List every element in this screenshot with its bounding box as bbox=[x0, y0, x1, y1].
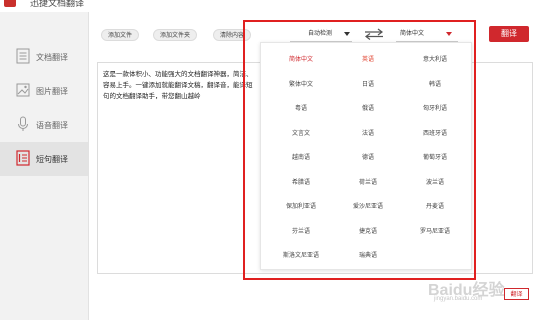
microphone-icon bbox=[18, 116, 28, 131]
title-bar: 迅捷文档翻译 bbox=[0, 0, 553, 12]
document-icon bbox=[16, 48, 30, 64]
sidebar-item-label: 短句翻译 bbox=[36, 155, 68, 164]
sidebar-item-label: 语音翻译 bbox=[36, 121, 68, 130]
add-folder-button[interactable]: 添加文件夹 bbox=[153, 29, 198, 41]
sidebar-item-voice[interactable]: 语音翻译 bbox=[0, 108, 88, 142]
sidebar-item-document[interactable]: 文档翻译 bbox=[0, 40, 88, 74]
watermark: Baidu经验 jingyan.baidu.com bbox=[398, 262, 518, 312]
source-text: 这是一款体积小、功能强大的文档翻译神器，简洁、容易上手。一键添加就能翻译文稿，翻… bbox=[103, 71, 253, 100]
sidebar-item-label: 文档翻译 bbox=[36, 53, 68, 62]
app-logo bbox=[4, 0, 16, 7]
sidebar-item-phrase[interactable]: 短句翻译 bbox=[0, 142, 88, 176]
sidebar-item-label: 图片翻译 bbox=[36, 87, 68, 96]
add-file-button[interactable]: 添加文件 bbox=[101, 29, 140, 41]
image-icon bbox=[16, 83, 30, 97]
window-title: 迅捷文档翻译 bbox=[30, 0, 85, 8]
watermark-url: jingyan.baidu.com bbox=[434, 296, 483, 302]
translate-button[interactable]: 翻译 bbox=[489, 26, 529, 42]
highlight-frame bbox=[243, 20, 476, 280]
sidebar: 文档翻译 图片翻译 语音翻译 短句翻译 bbox=[0, 12, 89, 320]
sidebar-item-image[interactable]: 图片翻译 bbox=[0, 74, 88, 108]
phrase-icon bbox=[16, 150, 30, 166]
